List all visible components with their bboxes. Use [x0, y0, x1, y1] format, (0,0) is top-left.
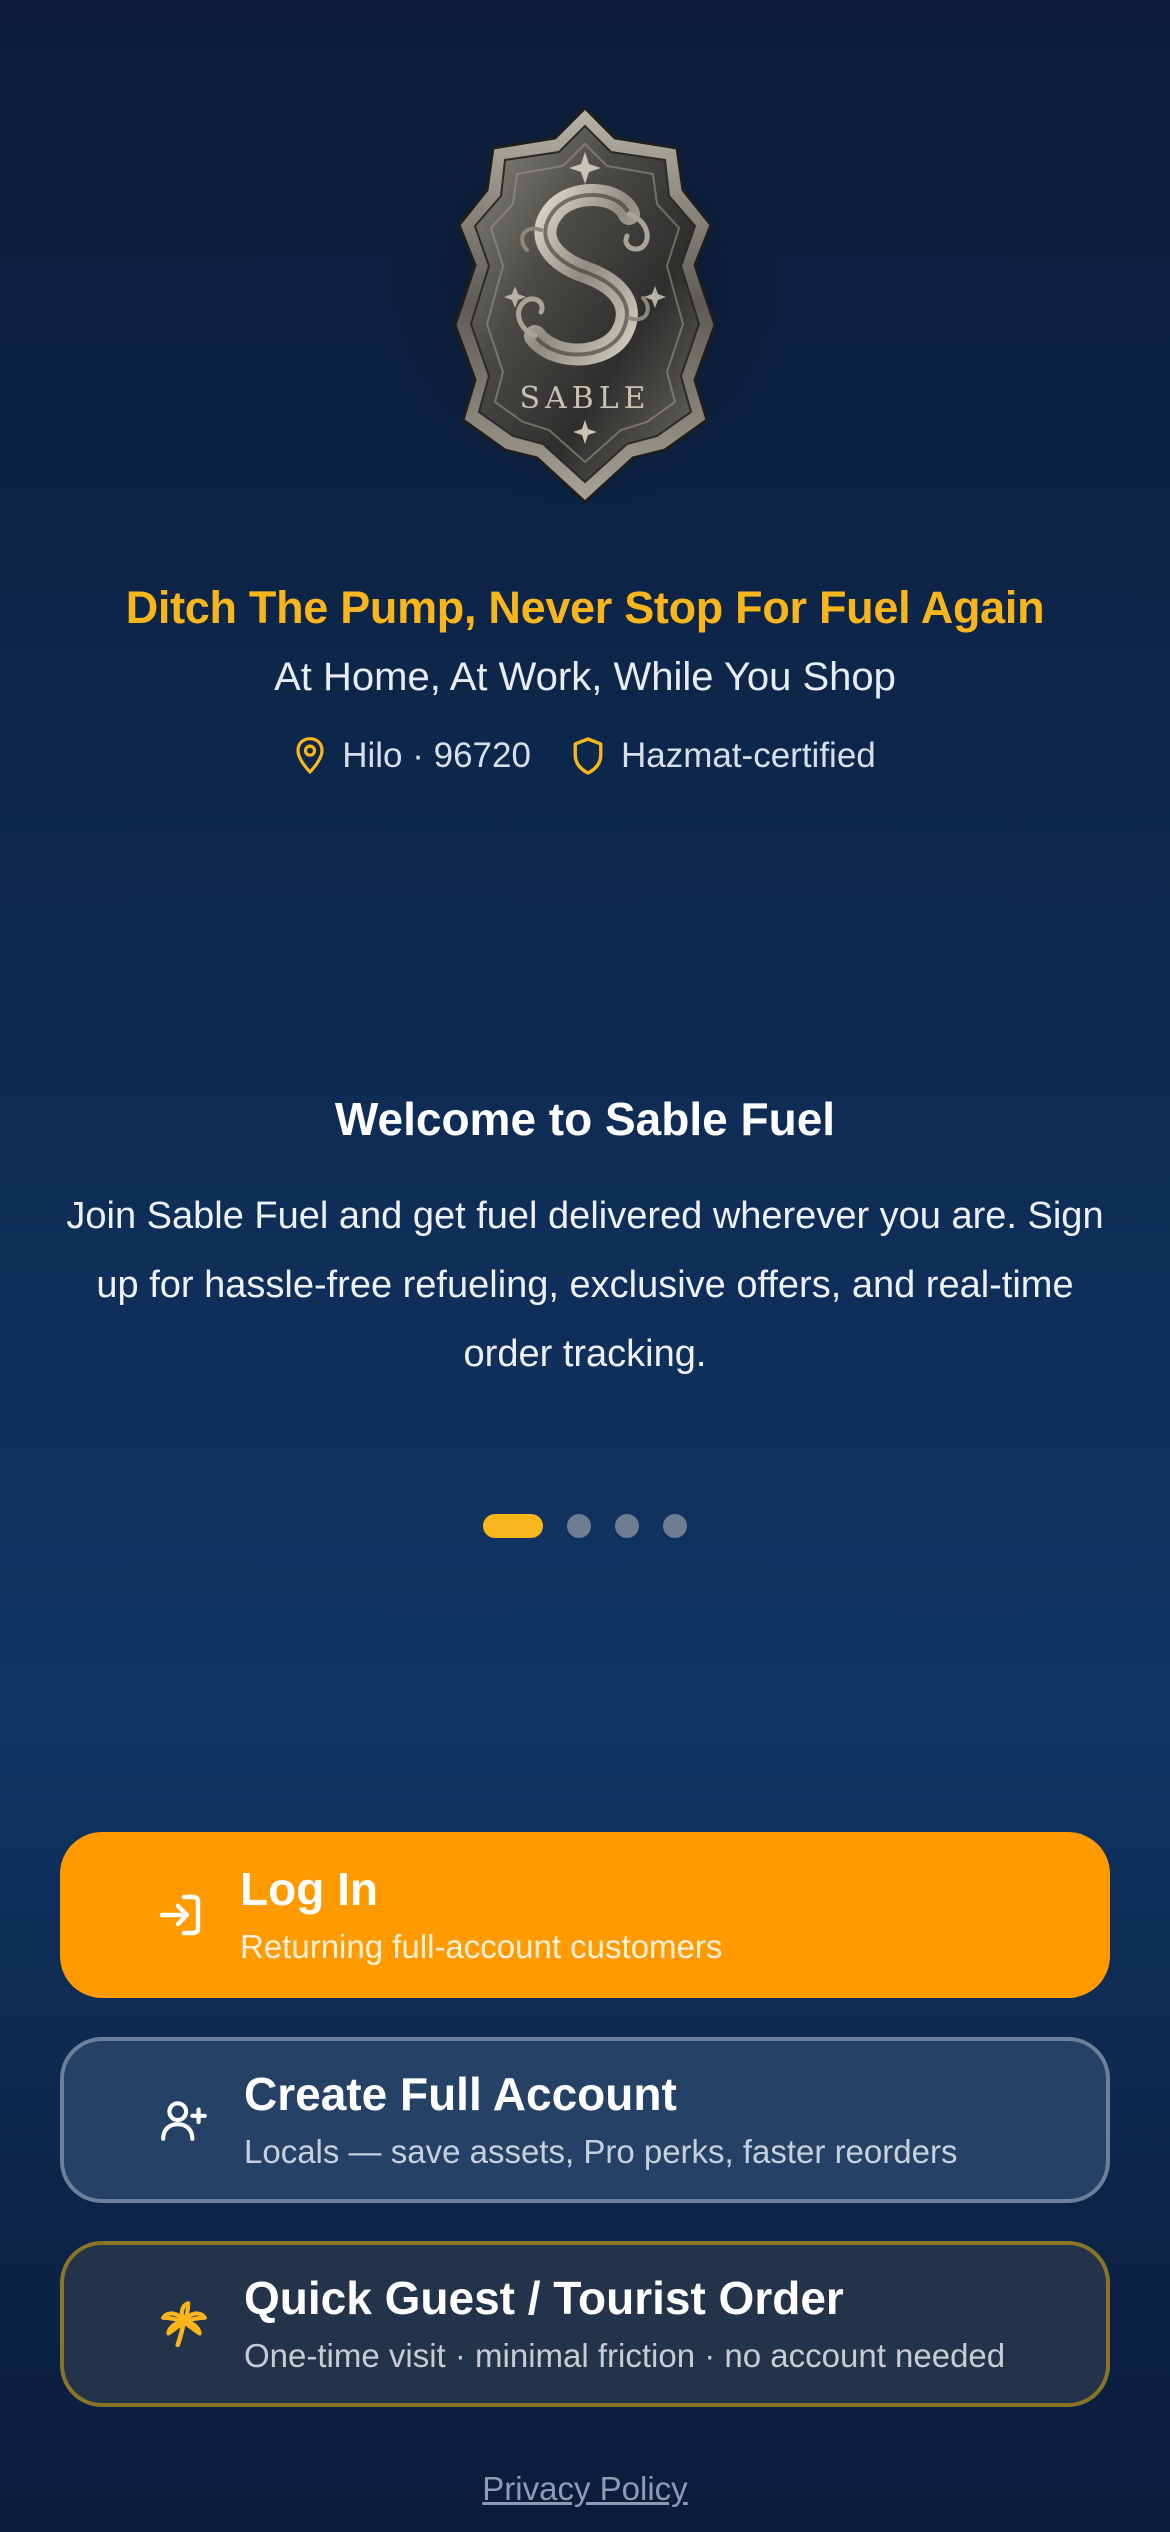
create-account-button-text: Create Full Account Locals — save assets…	[244, 2066, 957, 2174]
location-text: Hilo · 96720	[342, 736, 531, 775]
guest-order-button-subtitle: One-time visit · minimal friction · no a…	[244, 2337, 1006, 2374]
guest-order-button-text: Quick Guest / Tourist Order One-time vis…	[244, 2270, 1005, 2378]
user-plus-icon	[144, 2095, 224, 2145]
login-button-subtitle: Returning full-account customers	[240, 1928, 723, 1965]
create-account-button-subtitle: Locals — save assets, Pro perks, faster …	[244, 2133, 958, 2170]
shield-icon	[573, 737, 603, 775]
guest-order-button[interactable]: Quick Guest / Tourist Order One-time vis…	[60, 2241, 1110, 2407]
certification-text: Hazmat-certified	[620, 736, 876, 775]
guest-order-button-title: Quick Guest / Tourist Order	[244, 2272, 844, 2324]
carousel-title: Welcome to Sable Fuel	[334, 1093, 836, 1145]
login-button[interactable]: Log In Returning full-account customers	[60, 1832, 1110, 1998]
carousel-pagination	[0, 1514, 1170, 1538]
location-meta: Hilo · 96720	[294, 736, 531, 776]
carousel-body: Join Sable Fuel and get fuel delivered w…	[66, 1195, 1104, 1375]
login-arrow-icon	[140, 1891, 220, 1939]
hero-subtagline: At Home, At Work, While You Shop	[274, 655, 896, 699]
palm-tree-icon	[144, 2299, 224, 2349]
logo-text: SABLE	[519, 381, 650, 416]
carousel-dot-4[interactable]	[663, 1514, 687, 1538]
login-button-text: Log In Returning full-account customers	[240, 1861, 722, 1969]
privacy-policy-link[interactable]: Privacy Policy	[0, 2470, 1170, 2508]
carousel-dot-3[interactable]	[615, 1514, 639, 1538]
certification-meta: Hazmat-certified	[571, 736, 876, 776]
brand-logo: SABLE	[365, 90, 805, 530]
hero-meta-row: Hilo · 96720 Hazmat-certified	[0, 736, 1170, 776]
create-account-button[interactable]: Create Full Account Locals — save assets…	[60, 2037, 1110, 2203]
location-pin-icon	[296, 737, 324, 774]
login-button-title: Log In	[240, 1863, 378, 1915]
carousel-dot-1[interactable]	[483, 1514, 543, 1538]
carousel-dot-2[interactable]	[567, 1514, 591, 1538]
hero-tagline: Ditch The Pump, Never Stop For Fuel Agai…	[125, 582, 1045, 633]
sable-crest-icon: SABLE	[453, 105, 717, 505]
create-account-button-title: Create Full Account	[244, 2068, 677, 2120]
